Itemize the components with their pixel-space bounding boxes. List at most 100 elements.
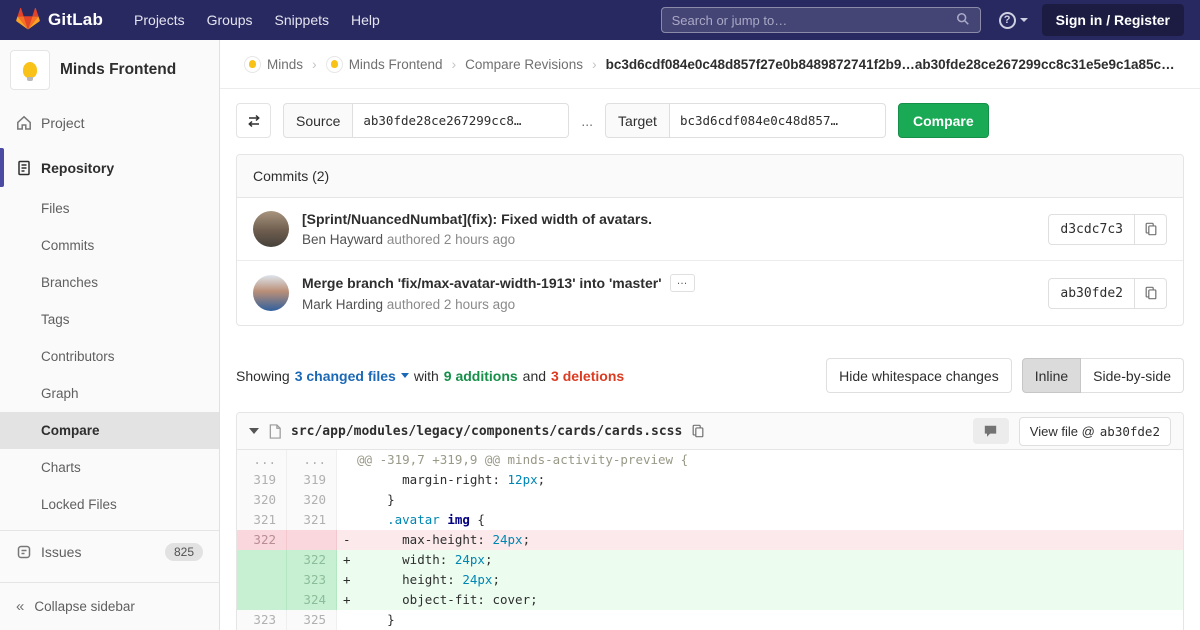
sidebar-item-tags[interactable]: Tags <box>0 301 219 338</box>
sidebar-item-graph[interactable]: Graph <box>0 375 219 412</box>
old-line-number[interactable]: 321 <box>237 510 287 530</box>
sidebar-item-files[interactable]: Files <box>0 190 219 227</box>
toggle-comments-button[interactable] <box>973 418 1009 444</box>
clipboard-icon <box>1144 286 1158 300</box>
new-line-number: ... <box>287 450 337 470</box>
project-name: Minds Frontend <box>60 61 176 79</box>
diff-code: } <box>337 610 1183 630</box>
changed-files-dropdown[interactable]: 3 changed files <box>295 368 409 384</box>
old-line-number[interactable] <box>237 590 287 610</box>
collapse-diff-caret-icon[interactable] <box>249 428 259 434</box>
project-avatar <box>326 56 343 73</box>
search-input[interactable]: Search or jump to… <box>661 7 981 33</box>
avatar[interactable] <box>253 211 289 247</box>
diff-line-hunk: ...... @@ -319,7 +319,9 @@ minds-activit… <box>237 450 1183 470</box>
brand-wordmark: GitLab <box>48 10 103 30</box>
copy-sha-button[interactable] <box>1135 214 1167 245</box>
expand-commit-description-button[interactable]: … <box>670 274 695 292</box>
new-line-number[interactable]: 323 <box>287 570 337 590</box>
sidebar-item-issues[interactable]: Issues 825 <box>0 531 219 573</box>
sidebar-item-compare[interactable]: Compare <box>0 412 219 449</box>
view-file-button[interactable]: View file @ ab30fde2 <box>1019 417 1171 446</box>
new-line-number[interactable]: 322 <box>287 550 337 570</box>
avatar[interactable] <box>253 275 289 311</box>
sign-in-button[interactable]: Sign in / Register <box>1042 4 1184 36</box>
copy-sha-button[interactable] <box>1135 278 1167 309</box>
sidebar-item-label: Issues <box>41 544 81 560</box>
old-line-number[interactable] <box>237 550 287 570</box>
breadcrumb-group[interactable]: Minds <box>244 56 303 73</box>
commit-title[interactable]: [Sprint/NuancedNumbat](fix): Fixed width… <box>302 211 652 227</box>
sidebar-item-project[interactable]: Project <box>0 100 219 145</box>
diff-file-panel: src/app/modules/legacy/components/cards/… <box>236 412 1184 630</box>
commit-author[interactable]: Mark Harding <box>302 297 383 312</box>
commits-panel-header: Commits (2) <box>237 155 1183 198</box>
new-line-number[interactable]: 320 <box>287 490 337 510</box>
help-menu[interactable]: ? <box>999 12 1028 29</box>
nav-help[interactable]: Help <box>340 6 391 34</box>
new-line-number[interactable] <box>287 530 337 550</box>
new-line-number[interactable]: 325 <box>287 610 337 630</box>
commit-sha-button[interactable]: ab30fde2 <box>1048 278 1135 309</box>
search-placeholder: Search or jump to… <box>672 13 788 28</box>
page-body: Source ab30fde28ce267299cc8… ... Target … <box>220 89 1200 630</box>
compare-button[interactable]: Compare <box>898 103 989 138</box>
diff-line-context: 323325 } <box>237 610 1183 630</box>
nav-projects[interactable]: Projects <box>123 6 196 34</box>
new-line-number[interactable]: 321 <box>287 510 337 530</box>
swap-revisions-button[interactable] <box>236 103 271 138</box>
gitlab-logo[interactable]: GitLab <box>16 7 103 33</box>
diff-line-context: 319319 margin-right: 12px; <box>237 470 1183 490</box>
hide-whitespace-button[interactable]: Hide whitespace changes <box>826 358 1012 393</box>
diff-code: + height: 24px; <box>337 570 1183 590</box>
breadcrumb-project[interactable]: Minds Frontend <box>326 56 443 73</box>
clipboard-icon <box>691 424 705 438</box>
old-line-number[interactable] <box>237 570 287 590</box>
diff-sign: + <box>343 570 357 590</box>
nav-snippets[interactable]: Snippets <box>264 6 340 34</box>
commit-row: [Sprint/NuancedNumbat](fix): Fixed width… <box>237 198 1183 260</box>
nav-groups[interactable]: Groups <box>196 6 264 34</box>
diff-sign <box>343 450 357 470</box>
and-label: and <box>523 368 546 384</box>
copy-path-button[interactable] <box>691 424 705 438</box>
sidebar-item-locked-files[interactable]: Locked Files <box>0 486 219 523</box>
sidebar-item-branches[interactable]: Branches <box>0 264 219 301</box>
old-line-number[interactable]: 323 <box>237 610 287 630</box>
old-line-number[interactable]: 322 <box>237 530 287 550</box>
breadcrumb-separator: › <box>451 56 456 72</box>
sidebar-item-repository[interactable]: Repository <box>0 145 219 190</box>
diff-code: .avatar img { <box>337 510 1183 530</box>
issues-icon <box>16 544 32 560</box>
sidebar-project-header[interactable]: Minds Frontend <box>0 40 219 100</box>
comment-icon <box>983 424 998 438</box>
target-ref-input[interactable]: bc3d6cdf084e0c48d857… <box>670 103 886 138</box>
diff-code: + width: 24px; <box>337 550 1183 570</box>
old-line-number[interactable]: 320 <box>237 490 287 510</box>
old-line-number[interactable]: 319 <box>237 470 287 490</box>
sidebar-item-charts[interactable]: Charts <box>0 449 219 486</box>
new-line-number[interactable]: 319 <box>287 470 337 490</box>
sidebar-item-contributors[interactable]: Contributors <box>0 338 219 375</box>
diff-code: @@ -319,7 +319,9 @@ minds-activity-previ… <box>337 450 1183 470</box>
commit-author[interactable]: Ben Hayward <box>302 232 383 247</box>
side-by-side-view-button[interactable]: Side-by-side <box>1081 358 1184 393</box>
with-label: with <box>414 368 439 384</box>
diff-line-add: 322+ width: 24px; <box>237 550 1183 570</box>
diff-sign <box>343 610 357 630</box>
issues-count-badge: 825 <box>165 543 203 561</box>
commit-title[interactable]: Merge branch 'fix/max-avatar-width-1913'… <box>302 275 662 291</box>
lightbulb-icon <box>331 60 338 68</box>
diff-file-path[interactable]: src/app/modules/legacy/components/cards/… <box>291 424 682 439</box>
new-line-number[interactable]: 324 <box>287 590 337 610</box>
collapse-sidebar-button[interactable]: « Collapse sidebar <box>0 582 219 630</box>
inline-view-button[interactable]: Inline <box>1022 358 1081 393</box>
compare-form: Source ab30fde28ce267299cc8… ... Target … <box>236 103 1184 138</box>
diff-view-controls: Hide whitespace changes Inline Side-by-s… <box>826 358 1184 393</box>
sidebar-item-commits[interactable]: Commits <box>0 227 219 264</box>
commit-sha-group: ab30fde2 <box>1048 278 1167 309</box>
breadcrumb-compare-revisions[interactable]: Compare Revisions <box>465 57 583 72</box>
main-content: Minds › Minds Frontend › Compare Revisio… <box>220 40 1200 630</box>
commit-sha-button[interactable]: d3cdc7c3 <box>1048 214 1135 245</box>
source-ref-input[interactable]: ab30fde28ce267299cc8… <box>353 103 569 138</box>
